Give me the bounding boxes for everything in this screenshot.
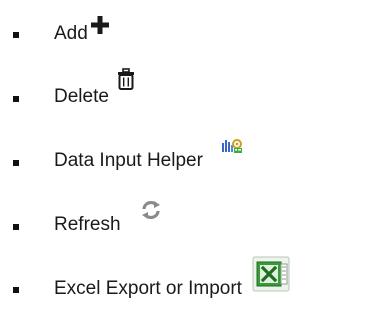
bullet: [13, 160, 19, 166]
list-item-excel-export-import: Excel Export or Import: [0, 256, 391, 304]
plus-icon: [91, 16, 109, 34]
list-item-delete: Delete: [0, 68, 391, 114]
bullet: [13, 287, 19, 293]
list-item-label: Delete: [54, 86, 109, 107]
data-input-helper-icon: [222, 139, 242, 153]
trash-icon: [118, 68, 134, 90]
list-item-label: Data Input Helper: [54, 150, 203, 171]
list-item-label: Refresh: [54, 214, 121, 235]
bullet: [13, 224, 19, 230]
bullet: [13, 32, 19, 38]
list-item-label: Excel Export or Import: [54, 278, 242, 299]
list-item-add: Add: [0, 12, 391, 52]
list-item-refresh: Refresh: [0, 200, 391, 242]
list-item-label: Add: [54, 23, 88, 44]
excel-icon: [252, 256, 290, 292]
refresh-icon: [142, 200, 160, 220]
list-item-data-input-helper: Data Input Helper: [0, 138, 391, 178]
bullet: [13, 96, 19, 102]
